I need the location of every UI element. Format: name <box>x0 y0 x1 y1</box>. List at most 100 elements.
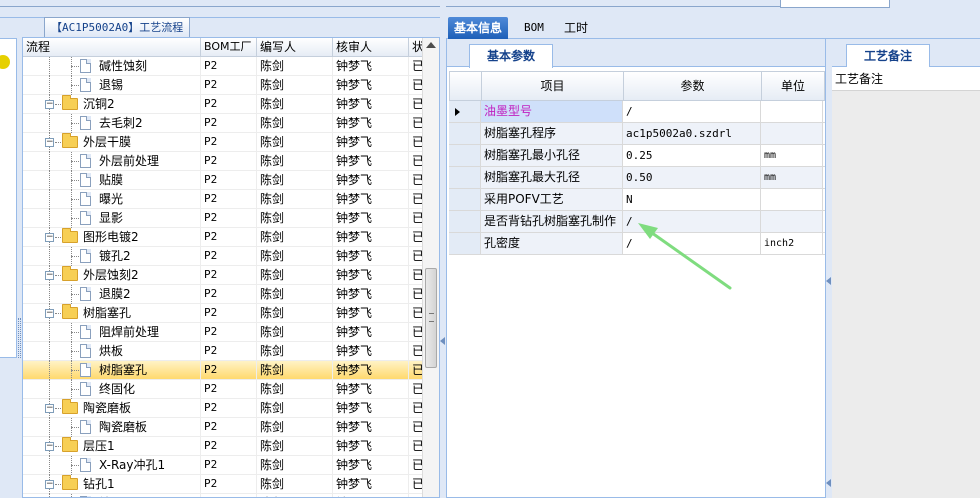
param-row[interactable]: 油墨型号 / <box>449 101 825 123</box>
col-header-unit[interactable]: 单位 <box>762 72 824 100</box>
param-row[interactable]: 树脂塞孔最小孔径 0.25 mm <box>449 145 825 167</box>
col-header-value[interactable]: 参数 <box>624 72 762 100</box>
row-indicator[interactable] <box>449 145 481 166</box>
scroll-up-arrow-icon[interactable] <box>426 42 436 48</box>
tree-row[interactable]: 退锡P2陈剑钟梦飞已审核 <box>23 76 439 95</box>
tree-row[interactable]: −图形电镀2P2陈剑钟梦飞已审核 <box>23 228 439 247</box>
collapse-toggle-icon[interactable]: − <box>45 404 54 413</box>
tree-row[interactable]: 贴膜P2陈剑钟梦飞已审核 <box>23 171 439 190</box>
tree-row[interactable]: 陶瓷磨板P2陈剑钟梦飞已审核 <box>23 418 439 437</box>
bom-cell: P2 <box>201 380 257 399</box>
document-icon <box>80 154 91 168</box>
col-header-item[interactable]: 项目 <box>482 72 624 100</box>
collapse-toggle-icon[interactable]: − <box>45 271 54 280</box>
row-indicator[interactable] <box>449 233 481 254</box>
scroll-thumb[interactable] <box>425 268 437 368</box>
tree-connector <box>71 332 79 333</box>
param-value-cell[interactable]: / <box>623 233 761 254</box>
bom-cell: P2 <box>201 171 257 190</box>
param-row[interactable]: 树脂塞孔程序 ac1p5002a0.szdrl <box>449 123 825 145</box>
document-icon <box>80 78 91 92</box>
tree-connector <box>55 104 61 105</box>
row-indicator[interactable] <box>449 211 481 232</box>
tree-connector <box>71 123 79 124</box>
collapse-toggle-icon[interactable]: − <box>45 480 54 489</box>
row-indicator[interactable] <box>449 167 481 188</box>
tree-row[interactable]: 终固化P2陈剑钟梦飞已审核 <box>23 380 439 399</box>
tree-connector <box>71 66 79 67</box>
collapse-toggle-icon[interactable]: − <box>45 309 54 318</box>
collapse-toggle-icon[interactable]: − <box>45 442 54 451</box>
writer-cell: 陈剑 <box>257 76 333 95</box>
param-value-cell[interactable]: N <box>623 189 761 210</box>
param-row[interactable]: 树脂塞孔最大孔径 0.50 mm <box>449 167 825 189</box>
col-header-writer[interactable]: 编写人 <box>257 38 333 57</box>
tree-connector <box>49 361 50 380</box>
tree-row[interactable]: −外层干膜P2陈剑钟梦飞已审核 <box>23 133 439 152</box>
splitter-grip[interactable] <box>18 318 21 358</box>
tree-connector <box>49 171 50 190</box>
param-value-cell[interactable]: 0.50 <box>623 167 761 188</box>
document-icon <box>80 116 91 130</box>
col-header-flow[interactable]: 流程 <box>23 38 201 57</box>
tab-basic-info[interactable]: 基本信息 <box>448 17 509 39</box>
process-flow-tab[interactable]: 【AC1P5002A0】工艺流程 <box>44 17 191 37</box>
document-icon <box>80 192 91 206</box>
tree-row[interactable]: 烘板P2陈剑钟梦飞已审核 <box>23 342 439 361</box>
param-value-cell[interactable]: ac1p5002a0.szdrl <box>623 123 761 144</box>
collapse-right-arrow-icon[interactable] <box>826 277 831 285</box>
tree-row[interactable]: 钻孔1P2陈剑钟梦飞已审核 <box>23 494 439 497</box>
document-icon <box>80 325 91 339</box>
tree-row[interactable]: −陶瓷磨板P2陈剑钟梦飞已审核 <box>23 399 439 418</box>
toolbar-divider <box>0 6 440 7</box>
tree-row[interactable]: − 钻孔1P2陈剑钟梦飞已审核 <box>23 475 439 494</box>
tree-row[interactable]: −沉铜2P2陈剑钟梦飞已审核 <box>23 95 439 114</box>
tree-row[interactable]: −外层蚀刻2P2陈剑钟梦飞已审核 <box>23 266 439 285</box>
param-row[interactable]: 是否背钻孔树脂塞孔制作 / <box>449 211 825 233</box>
tree-connector <box>71 85 79 86</box>
tree-row[interactable]: 显影P2陈剑钟梦飞已审核 <box>23 209 439 228</box>
writer-cell: 陈剑 <box>257 323 333 342</box>
row-indicator[interactable] <box>449 123 481 144</box>
param-row[interactable]: 孔密度 / inch2 <box>449 233 825 255</box>
tree-row[interactable]: 去毛刺2P2陈剑钟梦飞已审核 <box>23 114 439 133</box>
col-header-bom[interactable]: BOM工厂 <box>201 38 257 57</box>
tab-bom[interactable]: BOM <box>518 17 550 39</box>
tree-row[interactable]: −层压1P2陈剑钟梦飞已审核 <box>23 437 439 456</box>
param-value-cell[interactable]: / <box>623 101 761 122</box>
collapse-left-arrow-icon[interactable] <box>440 337 445 345</box>
tree-row[interactable]: X-Ray冲孔1P2陈剑钟梦飞已审核 <box>23 456 439 475</box>
reviewer-cell: 钟梦飞 <box>333 304 409 323</box>
tree-row[interactable]: −树脂塞孔P2陈剑钟梦飞已审核 <box>23 304 439 323</box>
tree-row[interactable]: 镀孔2P2陈剑钟梦飞已审核 <box>23 247 439 266</box>
toolbar-field[interactable] <box>780 0 890 8</box>
tab-basic-params[interactable]: 基本参数 <box>469 44 553 68</box>
collapse-toggle-icon[interactable]: − <box>45 233 54 242</box>
row-indicator[interactable] <box>449 189 481 210</box>
writer-cell: 陈剑 <box>257 114 333 133</box>
col-header-reviewer[interactable]: 核审人 <box>333 38 409 57</box>
reviewer-cell: 钟梦飞 <box>333 247 409 266</box>
tab-process-notes[interactable]: 工艺备注 <box>846 44 930 68</box>
tree-node-label: 外层前处理 <box>99 154 160 168</box>
param-row[interactable]: 采用POFV工艺 N <box>449 189 825 211</box>
row-indicator[interactable] <box>449 101 481 122</box>
param-value-cell[interactable]: 0.25 <box>623 145 761 166</box>
tree-row[interactable]: 外层前处理P2陈剑钟梦飞已审核 <box>23 152 439 171</box>
collapse-right-arrow-icon[interactable] <box>826 479 831 487</box>
tree-row[interactable]: 树脂塞孔P2陈剑钟梦飞已审核 <box>23 361 439 380</box>
collapse-toggle-icon[interactable]: − <box>45 138 54 147</box>
tree-row[interactable]: 碱性蚀刻P2陈剑钟梦飞已审核 <box>23 57 439 76</box>
tree-connector <box>49 76 50 95</box>
tab-work-hours[interactable]: 工时 <box>558 17 594 39</box>
tree-row[interactable]: 曝光P2陈剑钟梦飞已审核 <box>23 190 439 209</box>
writer-cell: 陈剑 <box>257 399 333 418</box>
param-value-cell[interactable]: / <box>623 211 761 232</box>
writer-cell: 陈剑 <box>257 285 333 304</box>
collapse-toggle-icon[interactable]: − <box>45 100 54 109</box>
tree-row[interactable]: 阻焊前处理P2陈剑钟梦飞已审核 <box>23 323 439 342</box>
writer-cell: 陈剑 <box>257 266 333 285</box>
param-unit-cell <box>761 101 823 122</box>
tree-row[interactable]: 退膜2P2陈剑钟梦飞已审核 <box>23 285 439 304</box>
tree-vertical-scrollbar[interactable] <box>422 38 439 497</box>
